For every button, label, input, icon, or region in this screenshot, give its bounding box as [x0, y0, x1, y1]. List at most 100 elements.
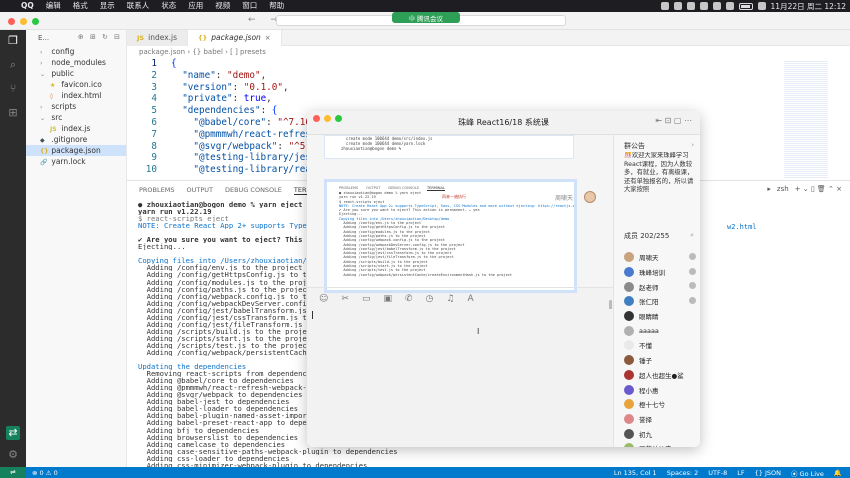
zoom-window-button[interactable]	[32, 18, 39, 25]
phone-icon[interactable]: ✆	[405, 294, 413, 304]
encoding[interactable]: UTF-8	[708, 469, 727, 477]
menu-contacts[interactable]: 联系人	[121, 0, 156, 12]
member-item[interactable]: 程小惠	[624, 382, 700, 397]
font-icon[interactable]: A	[467, 294, 473, 304]
member-item[interactable]: 眼睛睛	[624, 309, 700, 324]
control-center-icon[interactable]	[757, 2, 766, 10]
eol[interactable]: LF	[737, 469, 744, 477]
chat-messages[interactable]: create mode 100644 demo/src/index.js cre…	[307, 135, 613, 310]
minimap[interactable]	[784, 60, 828, 178]
member-item[interactable]: 橙十七兮	[624, 397, 700, 412]
member-item[interactable]: 锤子	[624, 353, 700, 368]
menu-status[interactable]: 状态	[155, 0, 182, 12]
code-line[interactable]: 2 "name": "demo",	[127, 70, 850, 82]
tab-output[interactable]: OUTPUT	[186, 186, 213, 194]
wechat-icon[interactable]	[699, 2, 708, 10]
avatar[interactable]	[624, 413, 634, 424]
screenshot-message[interactable]: create mode 100644 demo/src/index.js cre…	[324, 135, 574, 159]
avatar[interactable]	[624, 355, 634, 366]
member-item[interactable]: 初九	[624, 426, 700, 441]
scissors-icon[interactable]: ✂	[341, 294, 349, 304]
gear-icon[interactable]: ⚙	[6, 448, 20, 462]
member-item[interactable]: 赵老师	[624, 279, 700, 294]
menubar-datetime[interactable]: 11月22日 周二 12:12	[771, 1, 846, 12]
avatar[interactable]	[624, 428, 634, 439]
avatar[interactable]	[624, 252, 634, 263]
tree-item[interactable]: ◊ index.html	[26, 90, 126, 101]
cursor-position[interactable]: Ln 135, Col 1	[614, 469, 657, 477]
extensions-icon[interactable]: ⊞	[6, 106, 20, 120]
explorer-toolbar-icons[interactable]: ⊕ ⊞ ↻ ⊟	[78, 33, 122, 41]
camera-icon[interactable]	[686, 2, 695, 10]
close-window-button[interactable]	[8, 18, 15, 25]
code-line[interactable]: 3 "version": "0.1.0",	[127, 82, 850, 94]
announcement-text[interactable]: 🎊欢迎大家来珠峰学习React课程，因为人数较多，有就业，有离级课，还有单独报名…	[624, 152, 699, 203]
remote-indicator[interactable]: ⇌	[0, 467, 26, 478]
avatar[interactable]	[624, 399, 634, 410]
code-line[interactable]: 4 "private": true,	[127, 93, 850, 105]
bell-icon[interactable]: ♫	[446, 294, 454, 304]
tree-item[interactable]: ⌄ public	[26, 68, 126, 79]
bell-icon[interactable]: 🔔	[834, 469, 842, 477]
search-icon[interactable]: ⌕	[690, 231, 694, 240]
menu-help[interactable]: 帮助	[263, 0, 290, 12]
member-item[interactable]: 周啸天	[624, 250, 700, 265]
tree-item[interactable]: ◆ .gitignore	[26, 134, 126, 145]
qq-status-icon[interactable]	[712, 2, 721, 10]
minimize-window-button[interactable]	[20, 18, 27, 25]
avatar[interactable]	[624, 384, 634, 395]
code-line[interactable]: 1{	[127, 58, 850, 70]
tree-item[interactable]: › node_modules	[26, 57, 126, 68]
breadcrumb[interactable]: package.json › {} babel › [ ] presets	[127, 46, 850, 58]
microphone-icon[interactable]	[673, 2, 682, 10]
problems-count[interactable]: ⊗ 0 ⚠ 0	[32, 469, 58, 477]
battery-icon[interactable]	[738, 2, 753, 10]
tab-index-js[interactable]: JS index.js	[127, 30, 189, 46]
member-item[interactable]: 不懂	[624, 338, 700, 353]
terminal-shell-name[interactable]: zsh	[777, 185, 789, 193]
avatar[interactable]	[624, 296, 634, 307]
menu-apps[interactable]: 应用	[182, 0, 209, 12]
avatar[interactable]	[624, 267, 634, 278]
tree-item[interactable]: JS index.js	[26, 123, 126, 134]
remote-icon[interactable]: ⇄	[6, 426, 20, 440]
tree-item[interactable]: › scripts	[26, 101, 126, 112]
member-item[interactable]: aaaaa	[624, 323, 700, 338]
announcement-title[interactable]: 群公告	[624, 141, 645, 151]
tree-item[interactable]: ★ favicon.ico	[26, 79, 126, 90]
emoji-icon[interactable]: ☺	[319, 294, 328, 304]
wifi-icon[interactable]	[725, 2, 734, 10]
member-item[interactable]: 豆芽儿炒肉	[624, 441, 700, 447]
history-icon[interactable]: ◷	[426, 294, 434, 304]
member-item[interactable]: 超人也超生●鲨	[624, 368, 700, 383]
close-icon[interactable]: ×	[265, 30, 271, 46]
tab-package-json[interactable]: {} package.json ×	[188, 30, 282, 46]
menu-window[interactable]: 窗口	[236, 0, 263, 12]
explorer-icon[interactable]: ❐	[6, 34, 20, 48]
tree-item[interactable]: 🔗 yarn.lock	[26, 156, 126, 167]
tab-problems[interactable]: PROBLEMS	[139, 186, 174, 194]
search-icon[interactable]: ⌕	[6, 58, 20, 72]
tree-item[interactable]: {} package.json	[26, 145, 126, 156]
status-app-icon[interactable]	[660, 2, 669, 10]
member-item[interactable]: 珠峰培训	[624, 265, 700, 280]
chevron-right-icon[interactable]: ›	[691, 141, 694, 149]
tab-debug-console[interactable]: DEBUG CONSOLE	[225, 186, 282, 194]
member-item[interactable]: 张仁阳	[624, 294, 700, 309]
terminal-action-icons[interactable]: + ⌄ ▯ 🗑 ⌃ ×	[795, 185, 842, 193]
avatar[interactable]	[624, 443, 634, 447]
menu-format[interactable]: 格式	[67, 0, 94, 12]
folder-icon[interactable]: ▭	[362, 294, 371, 304]
avatar[interactable]	[624, 340, 634, 351]
tree-item[interactable]: ⌄ src	[26, 112, 126, 123]
go-live-button[interactable]: ⦿ Go Live	[791, 468, 824, 478]
menu-view[interactable]: 显示	[94, 0, 121, 12]
tencent-meeting-indicator[interactable]: ı|ı 腾讯会议	[392, 12, 460, 23]
image-icon[interactable]: ▣	[383, 294, 392, 304]
tree-item[interactable]: › config	[26, 46, 126, 57]
menu-edit[interactable]: 编辑	[40, 0, 67, 12]
indentation[interactable]: Spaces: 2	[667, 469, 699, 477]
avatar[interactable]	[624, 369, 634, 380]
screenshot-message[interactable]: PROBLEMS OUTPUT DEBUG CONSOLE TERMINAL 再…	[324, 179, 577, 293]
menu-video[interactable]: 视频	[209, 0, 236, 12]
